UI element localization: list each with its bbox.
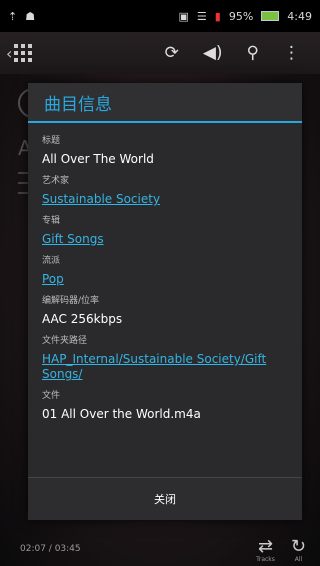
field-label: 流派 bbox=[42, 256, 61, 266]
folder-path-link[interactable]: HAP_Internal/Sustainable Society/Gift So… bbox=[42, 352, 288, 382]
field-label: 文件 bbox=[42, 391, 61, 401]
repeat-icon[interactable]: ⟳ bbox=[165, 43, 179, 63]
app-grid-icon[interactable] bbox=[14, 44, 33, 62]
battery-icon bbox=[261, 11, 280, 21]
field-label: 标题 bbox=[42, 136, 61, 146]
toolbar-left: ‹ bbox=[6, 44, 156, 63]
genre-link[interactable]: Pop bbox=[42, 272, 288, 287]
field-title: 标题 All Over The World bbox=[42, 133, 288, 167]
repeat-all-icon: ↻ bbox=[290, 536, 306, 557]
codec-value: AAC 256kbps bbox=[42, 312, 123, 326]
dialog-title: 曲目信息 bbox=[28, 83, 302, 123]
back-icon[interactable]: ‹ bbox=[6, 44, 12, 63]
volume-icon[interactable]: ◀) bbox=[203, 43, 223, 63]
overflow-menu-icon[interactable]: ⋮ bbox=[283, 43, 300, 63]
album-link[interactable]: Gift Songs bbox=[42, 232, 288, 247]
file-name-value: 01 All Over the World.m4a bbox=[42, 407, 201, 421]
field-codec: 编解码器/位率 AAC 256kbps bbox=[42, 293, 288, 327]
shuffle-icon: ⇄ bbox=[257, 536, 274, 557]
signal-icon: ▮ bbox=[214, 9, 221, 23]
search-icon[interactable]: ⚲ bbox=[247, 43, 259, 63]
field-folder: 文件夹路径 HAP_Internal/Sustainable Society/G… bbox=[42, 333, 288, 382]
repeat-label: All bbox=[294, 556, 303, 563]
playback-time: 02:07 / 03:45 bbox=[20, 544, 81, 554]
repeat-all-button[interactable]: ↻ All bbox=[291, 538, 306, 563]
dialog-body: 标题 All Over The World 艺术家 Sustainable So… bbox=[28, 123, 302, 422]
track-title-value: All Over The World bbox=[42, 152, 154, 166]
status-bar: ⇡ ☗ ▣ ☰ ▮ 95% 4:49 bbox=[0, 0, 320, 32]
artist-link[interactable]: Sustainable Society bbox=[42, 192, 288, 207]
status-left: ⇡ ☗ bbox=[8, 10, 35, 23]
clock: 4:49 bbox=[287, 9, 312, 23]
field-label: 艺术家 bbox=[42, 176, 70, 186]
toolbar-actions: ⟳ ◀) ⚲ ⋮ bbox=[165, 43, 314, 63]
field-label: 专辑 bbox=[42, 216, 61, 226]
notification-icon: ▣ bbox=[178, 9, 189, 23]
field-album: 专辑 Gift Songs bbox=[42, 213, 288, 247]
tracks-label: Tracks bbox=[256, 556, 275, 563]
wifi-icon: ☰ bbox=[196, 9, 207, 23]
bottom-controls: ⇄ Tracks ↻ All bbox=[256, 538, 306, 563]
track-info-dialog: 曲目信息 标题 All Over The World 艺术家 Sustainab… bbox=[28, 83, 302, 520]
field-artist: 艺术家 Sustainable Society bbox=[42, 173, 288, 207]
field-label: 文件夹路径 bbox=[42, 336, 88, 346]
close-button[interactable]: 关闭 bbox=[154, 491, 176, 507]
usb-icon: ⇡ bbox=[8, 9, 18, 23]
field-genre: 流派 Pop bbox=[42, 253, 288, 287]
dialog-footer: 关闭 bbox=[28, 477, 302, 520]
top-toolbar: ‹ ⟳ ◀) ⚲ ⋮ bbox=[0, 32, 320, 74]
android-icon: ☗ bbox=[25, 9, 36, 23]
tracks-button[interactable]: ⇄ Tracks bbox=[256, 538, 275, 563]
battery-percent: 95% bbox=[228, 9, 254, 23]
field-file: 文件 01 All Over the World.m4a bbox=[42, 388, 288, 422]
status-right: ▣ ☰ ▮ 95% 4:49 bbox=[179, 10, 313, 23]
field-label: 编解码器/位率 bbox=[42, 296, 100, 306]
